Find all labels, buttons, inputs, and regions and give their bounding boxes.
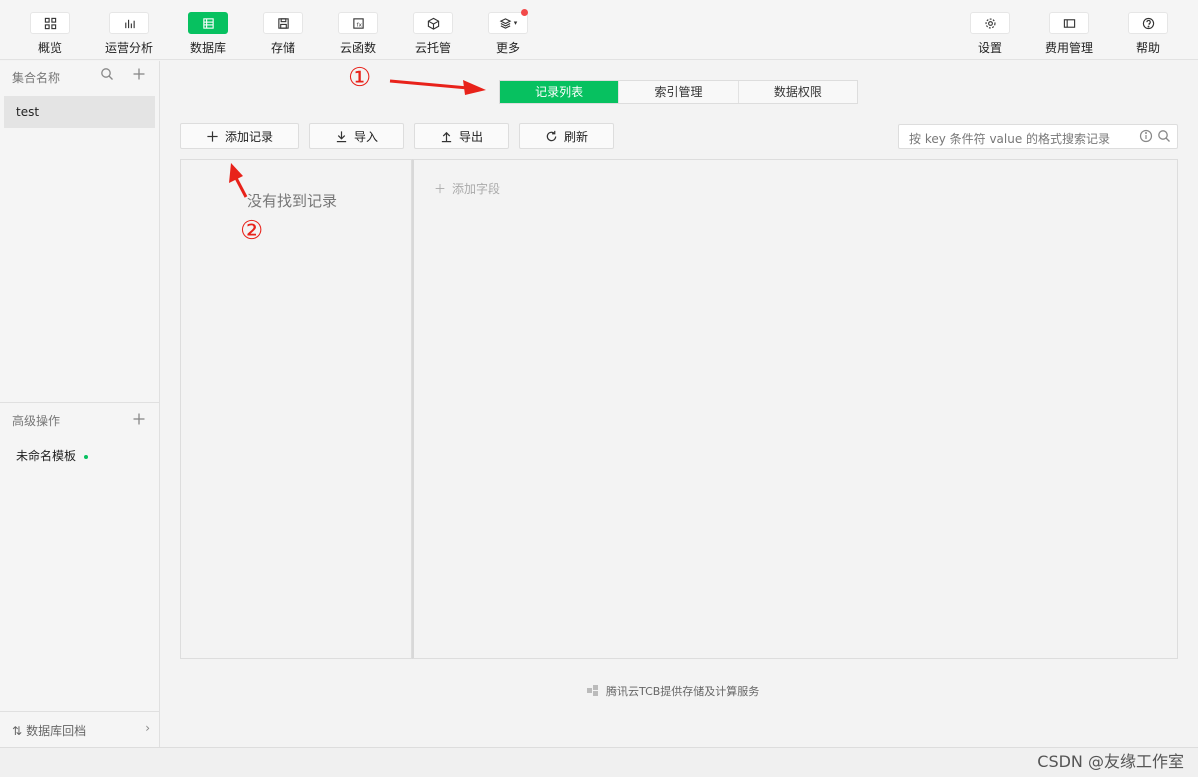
tool-overview[interactable]: 概览 xyxy=(20,12,80,56)
tool-label: 帮助 xyxy=(1135,41,1160,55)
template-item[interactable]: 未命名模板 xyxy=(16,447,89,464)
search-icons xyxy=(1139,129,1171,143)
collection-header: 集合名称 xyxy=(12,71,61,85)
tool-database[interactable]: 数据库 xyxy=(178,12,238,56)
tool-label: 运营分析 xyxy=(104,41,153,55)
tool-cloud-hosting[interactable]: 云托管 xyxy=(403,12,463,56)
add-collection-icon[interactable] xyxy=(132,66,146,85)
export-button[interactable]: 导出 xyxy=(414,123,509,149)
add-record-button[interactable]: 添加记录 xyxy=(180,123,299,149)
collection-item-test[interactable]: test xyxy=(4,96,155,128)
download-icon xyxy=(336,130,347,142)
tab-bar: 记录列表 索引管理 数据权限 xyxy=(499,80,858,104)
svg-text:fx: fx xyxy=(356,22,362,28)
empty-message: 没有找到记录 xyxy=(247,192,338,210)
database-rollback[interactable]: ⇅ 数据库回档 › xyxy=(0,711,160,747)
tool-label: 云托管 xyxy=(414,41,451,55)
add-field-button[interactable]: ＋ 添加字段 xyxy=(434,180,500,197)
status-dot xyxy=(84,454,89,459)
tab-index-management[interactable]: 索引管理 xyxy=(619,81,739,103)
grid-icon xyxy=(30,12,70,34)
record-search-input[interactable]: 按 key 条件符 value 的格式搜索记录 xyxy=(898,124,1178,149)
bar-chart-icon xyxy=(109,12,149,34)
cloud-cube-icon xyxy=(587,685,598,696)
search-icon[interactable] xyxy=(1157,129,1171,143)
cube-icon xyxy=(413,12,453,34)
database-icon xyxy=(188,12,228,34)
watermark: CSDN @友缘工作室 xyxy=(1037,752,1184,771)
tool-settings[interactable]: 设置 xyxy=(960,12,1020,56)
plus-icon: ＋ xyxy=(434,182,447,196)
info-icon[interactable] xyxy=(1139,129,1153,143)
sidebar-divider xyxy=(0,402,160,403)
tool-label: 存储 xyxy=(270,41,295,55)
chevron-right-icon: › xyxy=(145,721,150,735)
advanced-header: 高级操作 xyxy=(12,414,61,428)
sort-icon: ⇅ xyxy=(12,724,23,738)
add-field-label: 添加字段 xyxy=(452,182,501,196)
annotation-arrow-1 xyxy=(389,79,486,95)
tab-record-list[interactable]: 记录列表 xyxy=(500,81,620,103)
upload-icon xyxy=(441,131,452,142)
import-button[interactable]: 导入 xyxy=(309,123,404,149)
refresh-icon xyxy=(546,130,557,141)
template-label: 未命名模板 xyxy=(16,449,77,463)
export-label: 导出 xyxy=(458,129,483,144)
top-toolbar: 概览 运营分析 数据库 存储 fx 云函数 云托管 ▾ 更多 设置 费用管理 帮… xyxy=(0,0,1198,60)
tool-help[interactable]: 帮助 xyxy=(1118,12,1178,56)
tool-label: 更多 xyxy=(495,41,520,55)
tool-billing[interactable]: 费用管理 xyxy=(1039,12,1099,56)
import-label: 导入 xyxy=(353,129,378,144)
tool-cloud-function[interactable]: fx 云函数 xyxy=(328,12,388,56)
add-template-icon[interactable] xyxy=(132,411,146,430)
footer-note: 腾讯云TCB提供存储及计算服务 xyxy=(586,683,759,699)
save-icon xyxy=(263,12,303,34)
rollback-label: 数据库回档 xyxy=(26,724,87,738)
search-placeholder: 按 key 条件符 value 的格式搜索记录 xyxy=(909,132,1111,146)
refresh-button[interactable]: 刷新 xyxy=(519,123,614,149)
plus-icon xyxy=(207,130,218,142)
sidebar: 集合名称 test 高级操作 未命名模板 ⇅ 数据库回档 › xyxy=(0,61,160,747)
tool-label: 数据库 xyxy=(189,41,226,55)
help-icon xyxy=(1128,12,1168,34)
tool-label: 概览 xyxy=(37,41,62,55)
annotation-number-2: ② xyxy=(240,216,264,246)
refresh-label: 刷新 xyxy=(563,129,588,144)
billing-icon xyxy=(1049,12,1089,34)
search-icon[interactable] xyxy=(100,66,114,85)
tool-label: 云函数 xyxy=(339,41,376,55)
tool-storage[interactable]: 存储 xyxy=(253,12,313,56)
gear-icon xyxy=(970,12,1010,34)
notification-dot xyxy=(521,9,528,16)
bottom-bar: CSDN @友缘工作室 xyxy=(0,747,1198,777)
function-icon: fx xyxy=(338,12,378,34)
tool-more[interactable]: ▾ 更多 xyxy=(478,9,538,56)
footer-text: 腾讯云TCB提供存储及计算服务 xyxy=(606,685,760,698)
record-list-panel: 没有找到记录 xyxy=(180,159,412,659)
tab-data-permissions[interactable]: 数据权限 xyxy=(738,81,857,103)
tool-label: 费用管理 xyxy=(1044,41,1093,55)
caret-down-icon: ▾ xyxy=(513,19,518,27)
annotation-number-1: ① xyxy=(348,63,372,93)
add-record-label: 添加记录 xyxy=(224,129,273,144)
tool-analytics[interactable]: 运营分析 xyxy=(99,12,159,56)
tool-label: 设置 xyxy=(977,41,1002,55)
record-detail-panel: ＋ 添加字段 xyxy=(412,159,1178,659)
